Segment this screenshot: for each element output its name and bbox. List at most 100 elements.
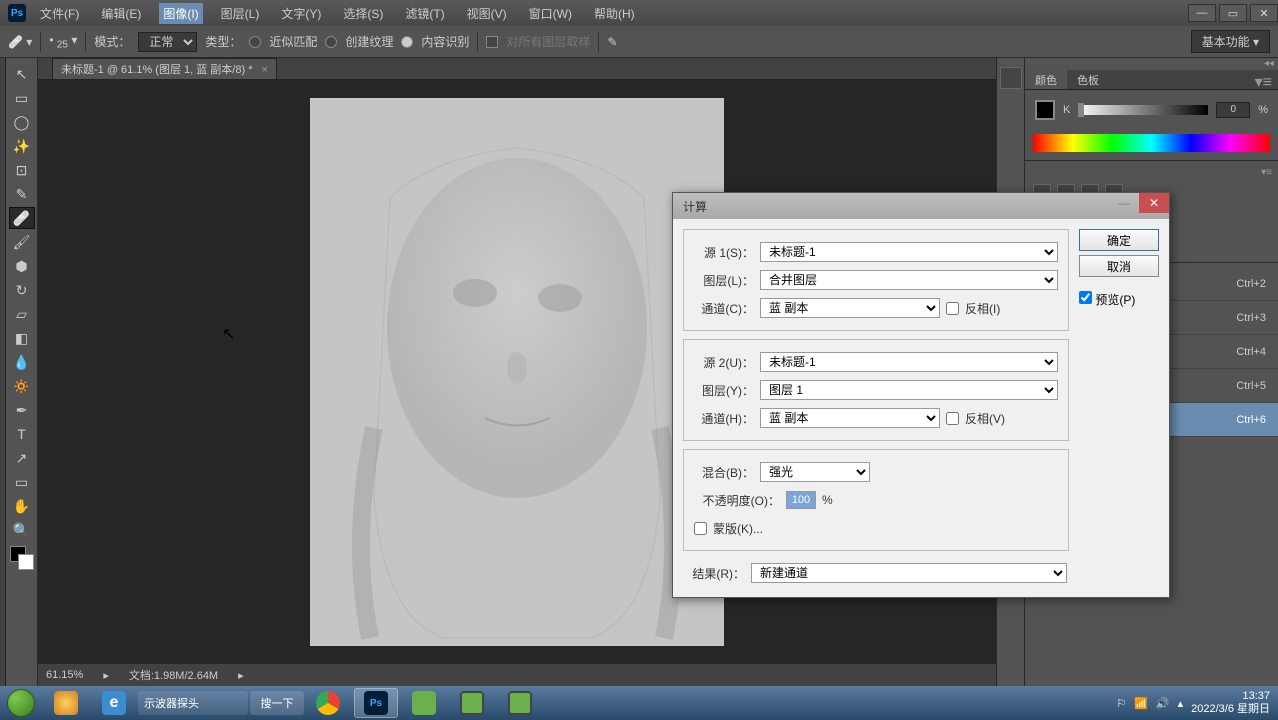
- zoom-level[interactable]: 61.15%: [46, 669, 83, 681]
- color-spectrum[interactable]: [1033, 134, 1270, 152]
- type-radio-proximity[interactable]: [249, 36, 261, 48]
- type-opt-2: 内容识别: [421, 33, 469, 50]
- wand-tool[interactable]: ✨: [9, 135, 35, 157]
- dialog-title-bar[interactable]: 计算 — ✕: [673, 193, 1169, 219]
- source2-select[interactable]: 未标题-1: [760, 352, 1058, 372]
- preview-label: 预览(P): [1095, 293, 1135, 307]
- taskbar-app-3[interactable]: [498, 688, 542, 718]
- window-close[interactable]: ✕: [1250, 4, 1278, 22]
- k-value[interactable]: 0: [1216, 102, 1250, 118]
- document-tab[interactable]: 未标题-1 @ 61.1% (图层 1, 蓝 副本/8) * ×: [52, 58, 277, 79]
- type-tool[interactable]: T: [9, 423, 35, 445]
- blur-tool[interactable]: 💧: [9, 351, 35, 373]
- toolbox: ↖ ▭ ◯ ✨ ⊡ ✎ 🩹 🖌 ⬢ ↻ ▱ ◧ 💧 🔅 ✒ T ↗ ▭ ✋ 🔍: [6, 58, 38, 686]
- tray-flag-icon[interactable]: ⚐: [1116, 697, 1126, 710]
- ok-button[interactable]: 确定: [1079, 229, 1159, 251]
- gradient-tool[interactable]: ◧: [9, 327, 35, 349]
- color-tab[interactable]: 颜色: [1025, 70, 1067, 89]
- result-select[interactable]: 新建通道: [751, 563, 1067, 583]
- hand-tool[interactable]: ✋: [9, 495, 35, 517]
- type-radio-texture[interactable]: [325, 36, 337, 48]
- type-radio-content[interactable]: [401, 36, 413, 48]
- menu-help[interactable]: 帮助(H): [590, 3, 639, 24]
- path-tool[interactable]: ↗: [9, 447, 35, 469]
- workspace-selector[interactable]: 基本功能 ▾: [1191, 30, 1270, 53]
- panel-collapse-icon[interactable]: ◂◂: [1025, 58, 1278, 70]
- dialog-close[interactable]: ✕: [1139, 193, 1169, 213]
- taskbar-chrome[interactable]: [306, 688, 350, 718]
- menu-view[interactable]: 视图(V): [463, 3, 511, 24]
- eyedropper-tool[interactable]: ✎: [9, 183, 35, 205]
- menu-select[interactable]: 选择(S): [339, 3, 387, 24]
- background-swatch[interactable]: [18, 554, 34, 570]
- tool-icon[interactable]: 🩹 ▾: [8, 35, 32, 49]
- cancel-button[interactable]: 取消: [1079, 255, 1159, 277]
- menu-file[interactable]: 文件(F): [36, 3, 83, 24]
- healing-tool[interactable]: 🩹: [9, 207, 35, 229]
- k-slider[interactable]: [1078, 105, 1208, 115]
- taskbar-search-btn[interactable]: 搜一下: [250, 691, 304, 715]
- layer2-select[interactable]: 图层 1: [760, 380, 1058, 400]
- taskbar-app-2[interactable]: [450, 688, 494, 718]
- menu-edit[interactable]: 编辑(E): [97, 3, 145, 24]
- menu-layer[interactable]: 图层(L): [217, 3, 264, 24]
- menu-image[interactable]: 图像(I): [159, 3, 202, 24]
- window-minimize[interactable]: —: [1188, 4, 1216, 22]
- zoom-arrow-icon[interactable]: ▸: [103, 669, 109, 682]
- tray-expand-icon[interactable]: ▴: [1178, 697, 1184, 710]
- start-button[interactable]: [0, 686, 42, 720]
- source1-group: 源 1(S)： 未标题-1 图层(L)： 合并图层 通道(C)： 蓝 副本 反相…: [683, 229, 1069, 331]
- opacity-label: 不透明度(O)：: [694, 492, 780, 509]
- doc-size-arrow-icon[interactable]: ▸: [238, 669, 244, 682]
- mask-check[interactable]: [694, 522, 707, 535]
- taskbar-clock[interactable]: 13:37 2022/3/6 星期日: [1191, 690, 1270, 716]
- taskbar-photoshop[interactable]: Ps: [354, 688, 398, 718]
- lasso-tool[interactable]: ◯: [9, 111, 35, 133]
- panel-menu-icon[interactable]: ▾≡: [1249, 70, 1278, 89]
- pressure-icon[interactable]: ✎: [607, 35, 617, 49]
- document-tab-close[interactable]: ×: [262, 64, 268, 76]
- brush-tool[interactable]: 🖌: [9, 231, 35, 253]
- dodge-tool[interactable]: 🔅: [9, 375, 35, 397]
- taskbar-apps-icon[interactable]: [44, 688, 88, 718]
- taskbar-ie[interactable]: e: [92, 688, 136, 718]
- mode-select[interactable]: 正常: [138, 32, 197, 52]
- swatches-tab[interactable]: 色板: [1067, 70, 1109, 89]
- stamp-tool[interactable]: ⬢: [9, 255, 35, 277]
- blend-select[interactable]: 强光: [760, 462, 870, 482]
- invert2-check[interactable]: [946, 412, 959, 425]
- taskbar-search-box[interactable]: 示波器探头: [138, 691, 248, 715]
- shape-tool[interactable]: ▭: [9, 471, 35, 493]
- channel1-select[interactable]: 蓝 副本: [760, 298, 940, 318]
- document-tab-label: 未标题-1 @ 61.1% (图层 1, 蓝 副本/8) *: [61, 64, 252, 76]
- layer1-select[interactable]: 合并图层: [760, 270, 1058, 290]
- menu-window[interactable]: 窗口(W): [525, 3, 576, 24]
- dialog-minimize[interactable]: —: [1109, 193, 1139, 213]
- zoom-tool[interactable]: 🔍: [9, 519, 35, 541]
- tray-volume-icon[interactable]: 🔊: [1156, 697, 1170, 710]
- blend-label: 混合(B)：: [694, 464, 754, 481]
- panel-menu-icon-2[interactable]: ▾≡: [1255, 165, 1278, 180]
- channel2-select[interactable]: 蓝 副本: [760, 408, 940, 428]
- opacity-input[interactable]: [786, 491, 816, 509]
- sample-all-label: 对所有图层取样: [506, 33, 590, 50]
- crop-tool[interactable]: ⊡: [9, 159, 35, 181]
- marquee-tool[interactable]: ▭: [9, 87, 35, 109]
- sample-all-check[interactable]: [486, 36, 498, 48]
- layer2-label: 图层(Y)：: [694, 382, 754, 399]
- move-tool[interactable]: ↖: [9, 63, 35, 85]
- pen-tool[interactable]: ✒: [9, 399, 35, 421]
- menu-text[interactable]: 文字(Y): [277, 3, 325, 24]
- tray-network-icon[interactable]: 📶: [1134, 697, 1148, 710]
- collapsed-panel-icon[interactable]: [1000, 67, 1022, 89]
- eraser-tool[interactable]: ▱: [9, 303, 35, 325]
- history-brush-tool[interactable]: ↻: [9, 279, 35, 301]
- taskbar-app-1[interactable]: [402, 688, 446, 718]
- brush-preset[interactable]: • 25 ▾: [49, 33, 77, 50]
- color-swatch[interactable]: [1035, 100, 1055, 120]
- window-maximize[interactable]: ▭: [1219, 4, 1247, 22]
- preview-check[interactable]: [1079, 291, 1092, 304]
- source1-select[interactable]: 未标题-1: [760, 242, 1058, 262]
- menu-filter[interactable]: 滤镜(T): [401, 3, 448, 24]
- invert1-check[interactable]: [946, 302, 959, 315]
